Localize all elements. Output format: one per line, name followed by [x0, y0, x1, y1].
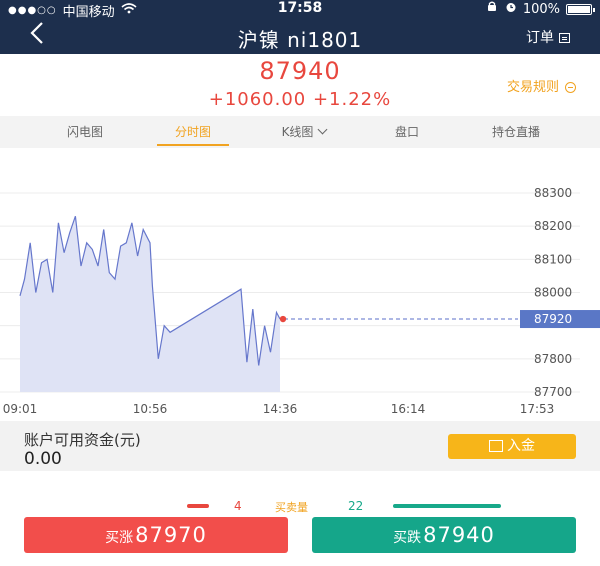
tab-order-book[interactable]: 盘口: [362, 123, 452, 140]
y-tick-label: 88200: [534, 219, 572, 233]
page-title: 沪镍 ni1801: [237, 28, 363, 52]
buy-down-button[interactable]: 买跌87940: [312, 517, 576, 553]
y-tick-label: 88300: [534, 186, 572, 200]
deposit-label: 入金: [507, 438, 535, 454]
order-label: 订单: [526, 30, 554, 46]
trading-rules-link[interactable]: 交易规则: [507, 76, 576, 95]
x-tick-label: 10:56: [133, 402, 168, 416]
y-tick-label: 88000: [534, 286, 572, 300]
chart-tabs: 闪电图 分时图 K线图 盘口 持仓直播: [0, 116, 600, 148]
current-price-label: 87920: [534, 312, 572, 326]
sell-volume-count: 22: [348, 499, 364, 513]
buy-up-price: 87970: [135, 523, 207, 547]
rotation-lock-icon: [485, 1, 499, 17]
sell-volume-bar: [393, 504, 501, 508]
x-tick-label: 16:14: [391, 402, 426, 416]
list-icon: [559, 33, 570, 43]
tab-kline-label: K线图: [281, 125, 314, 139]
deposit-icon: [489, 440, 503, 452]
info-circle-icon: [565, 82, 576, 93]
volume-label: 买卖量: [275, 501, 308, 514]
buy-volume-count: 4: [234, 499, 242, 513]
x-tick-label: 17:53: [520, 402, 555, 416]
active-tab-indicator: [157, 144, 229, 146]
alarm-icon: [505, 1, 517, 17]
account-panel: 账户可用资金(元) 0.00 入金: [0, 421, 600, 471]
intraday-chart[interactable]: 88300 88200 88100 88000 87800 87700 87920 09:01…: [0, 148, 600, 420]
tab-timeshare-chart[interactable]: 分时图: [148, 123, 238, 140]
buy-up-label: 买涨: [105, 530, 134, 546]
battery-percent: 100%: [522, 1, 560, 17]
buy-down-price: 87940: [423, 523, 495, 547]
order-button[interactable]: 订单: [526, 27, 570, 47]
buy-down-label: 买跌: [393, 530, 422, 546]
chart-canvas: 88300 88200 88100 88000 87800 87700 87920 09:01…: [0, 186, 600, 416]
trading-rules-label: 交易规则: [506, 80, 559, 95]
tab-flash-chart[interactable]: 闪电图: [40, 123, 130, 140]
y-tick-label: 88100: [534, 252, 572, 266]
nav-bar: 沪镍 ni1801 订单: [0, 18, 600, 54]
chevron-down-icon: [317, 124, 328, 135]
current-price-dot: [279, 315, 287, 323]
battery-icon: [566, 3, 595, 15]
available-funds-label: 账户可用资金(元): [24, 431, 141, 449]
buy-up-button[interactable]: 买涨87970: [24, 517, 288, 553]
x-tick-label: 09:01: [3, 402, 38, 416]
available-funds-value: 0.00: [24, 449, 62, 469]
tab-position-live[interactable]: 持仓直播: [468, 123, 564, 140]
status-bar: ●●●○○ 中国移动 17:58 100%: [0, 0, 600, 20]
volume-row: 4 买卖量 22: [0, 499, 600, 515]
buy-volume-bar: [187, 504, 209, 508]
y-tick-label: 87800: [534, 352, 572, 366]
y-tick-label: 87700: [534, 385, 572, 399]
deposit-button[interactable]: 入金: [448, 434, 576, 459]
tab-kline-chart[interactable]: K线图: [254, 123, 354, 140]
x-tick-label: 14:36: [263, 402, 298, 416]
